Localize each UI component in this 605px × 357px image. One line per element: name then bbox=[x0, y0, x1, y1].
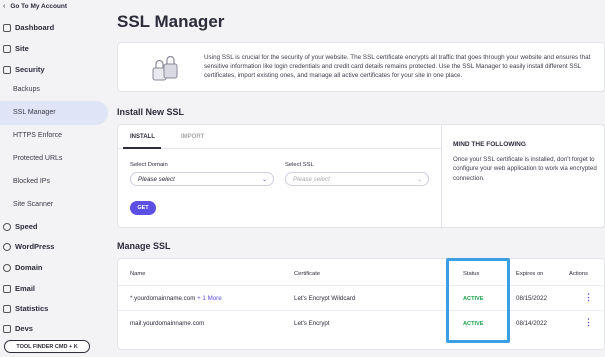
intro-card: Using SSL is crucial for the security of… bbox=[117, 42, 605, 92]
sidebar-item-protected-urls[interactable]: Protected URLs bbox=[13, 155, 62, 162]
row-divider bbox=[118, 310, 605, 311]
sidebar-item-statistics[interactable]: Statistics bbox=[3, 304, 48, 313]
email-icon bbox=[3, 284, 11, 293]
certificate-cell: Let's Encrypt bbox=[294, 320, 330, 327]
kebab-menu-icon[interactable]: ⋮ bbox=[584, 317, 593, 328]
chart-icon bbox=[3, 304, 11, 313]
tab-install[interactable]: INSTALL bbox=[130, 134, 155, 140]
select-ssl-label: Select SSL bbox=[285, 162, 314, 168]
get-button[interactable]: GET bbox=[130, 201, 156, 215]
tab-import[interactable]: IMPORT bbox=[181, 134, 204, 140]
sidebar-item-domain[interactable]: Domain bbox=[3, 263, 43, 272]
install-ssl-card: INSTALL IMPORT Select Domain Please sele… bbox=[117, 124, 605, 229]
chevron-down-icon: ⌄ bbox=[261, 177, 267, 183]
padlock-illustration-icon bbox=[152, 55, 178, 81]
lock-icon bbox=[3, 65, 11, 74]
sidebar-item-wordpress[interactable]: WordPress bbox=[3, 242, 54, 251]
select-domain-label: Select Domain bbox=[130, 162, 168, 168]
active-tab-indicator bbox=[123, 147, 161, 149]
manage-ssl-heading: Manage SSL bbox=[117, 241, 171, 251]
intro-text: Using SSL is crucial for the security of… bbox=[204, 54, 591, 80]
sidebar-item-backups[interactable]: Backups bbox=[13, 86, 40, 93]
card-divider bbox=[441, 125, 442, 229]
code-icon bbox=[3, 324, 11, 333]
sidebar: ‹ Go To My Account Dashboard Site Securi… bbox=[0, 0, 108, 357]
site-icon bbox=[3, 44, 11, 53]
status-column-highlight bbox=[446, 258, 510, 343]
chevron-left-icon: ‹ bbox=[3, 3, 6, 10]
manage-ssl-table: Name Certificate Status Expires on Actio… bbox=[117, 258, 605, 350]
sidebar-item-security[interactable]: Security bbox=[3, 65, 45, 74]
sidebar-item-https-enforce[interactable]: HTTPS Enforce bbox=[13, 132, 62, 139]
sidebar-item-devs[interactable]: Devs bbox=[3, 324, 33, 333]
certificate-cell: Let's Encrypt Wildcard bbox=[294, 295, 356, 302]
expires-cell: 08/14/2022 bbox=[516, 320, 547, 327]
sidebar-item-site[interactable]: Site bbox=[3, 44, 29, 53]
row-divider bbox=[118, 285, 605, 286]
sidebar-item-dashboard[interactable]: Dashboard bbox=[3, 23, 54, 32]
kebab-menu-icon[interactable]: ⋮ bbox=[584, 292, 593, 303]
chevron-down-icon: ⌄ bbox=[416, 177, 422, 183]
sidebar-item-ssl-manager[interactable]: SSL Manager bbox=[13, 109, 56, 116]
expires-cell: 08/15/2022 bbox=[516, 295, 547, 302]
sidebar-item-email[interactable]: Email bbox=[3, 284, 35, 293]
go-to-account-link[interactable]: ‹ Go To My Account bbox=[3, 3, 67, 10]
sidebar-item-site-scanner[interactable]: Site Scanner bbox=[13, 201, 53, 208]
mind-the-following-text: Once your SSL certificate is installed, … bbox=[453, 156, 597, 182]
column-header-expires: Expires on bbox=[516, 271, 544, 277]
column-header-actions: Actions bbox=[569, 271, 589, 277]
install-ssl-heading: Install New SSL bbox=[117, 107, 185, 117]
install-tabs: INSTALL IMPORT bbox=[118, 125, 441, 149]
ssl-name-cell: *.yourdomainname.com + 1 More bbox=[130, 295, 222, 302]
select-ssl-dropdown[interactable]: Please select ⌄ bbox=[285, 172, 429, 186]
tool-finder-button[interactable]: TOOL FINDER CMD + K bbox=[4, 340, 90, 353]
select-domain-dropdown[interactable]: Please select ⌄ bbox=[130, 172, 274, 186]
wordpress-icon bbox=[3, 242, 11, 251]
column-header-name: Name bbox=[130, 271, 146, 277]
grid-icon bbox=[3, 23, 11, 32]
mind-the-following-heading: MIND THE FOLLOWING bbox=[453, 141, 526, 148]
speed-icon bbox=[3, 222, 11, 231]
globe-icon bbox=[3, 263, 11, 272]
sidebar-item-speed[interactable]: Speed bbox=[3, 222, 38, 231]
sidebar-item-blocked-ips[interactable]: Blocked IPs bbox=[13, 178, 50, 185]
more-domains-link[interactable]: + 1 More bbox=[197, 295, 222, 302]
column-header-certificate: Certificate bbox=[294, 271, 321, 277]
ssl-name-cell: mail.yourdomainname.com bbox=[130, 320, 205, 327]
page-title: SSL Manager bbox=[117, 12, 225, 31]
